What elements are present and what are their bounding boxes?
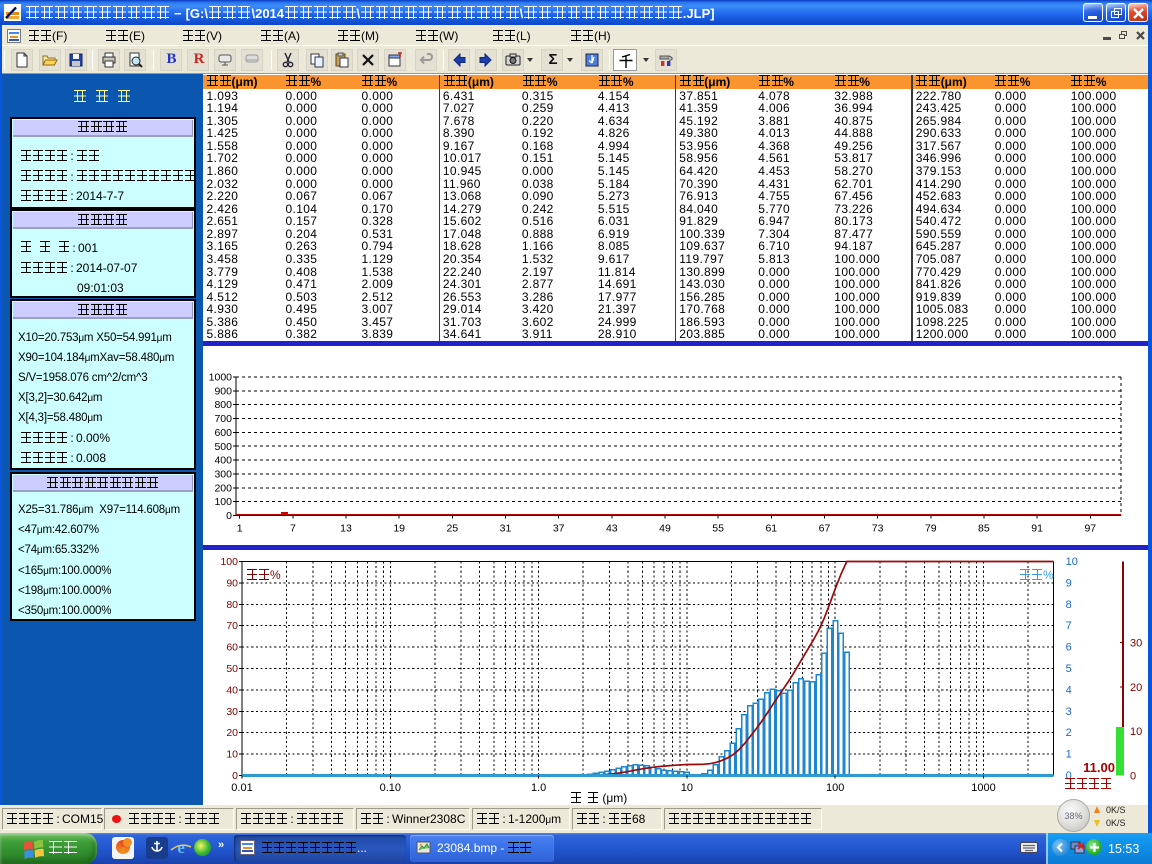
- svg-text:1: 1: [237, 523, 243, 535]
- svg-text:37: 37: [553, 523, 565, 535]
- svg-text:400: 400: [214, 455, 232, 467]
- svg-text:43: 43: [606, 523, 618, 535]
- svg-text:100: 100: [826, 782, 844, 794]
- svg-text:5: 5: [1066, 663, 1072, 675]
- svg-text:100: 100: [214, 496, 232, 508]
- svg-text:30: 30: [1130, 638, 1142, 650]
- svg-text:70: 70: [226, 620, 238, 632]
- svg-text:8: 8: [1066, 599, 1072, 611]
- svg-text:61: 61: [765, 523, 777, 535]
- svg-text:60: 60: [226, 642, 238, 654]
- svg-text:800: 800: [214, 399, 232, 411]
- svg-text:0: 0: [1130, 771, 1136, 783]
- svg-text:300: 300: [214, 468, 232, 480]
- svg-text:6: 6: [1066, 642, 1072, 654]
- svg-text:90: 90: [226, 577, 238, 589]
- svg-text:50: 50: [226, 663, 238, 675]
- svg-text:7: 7: [290, 523, 296, 535]
- svg-text:1000: 1000: [209, 372, 233, 384]
- svg-text:2: 2: [1066, 727, 1072, 739]
- svg-text:55: 55: [712, 523, 724, 535]
- svg-text:0.10: 0.10: [380, 782, 401, 794]
- svg-text:10: 10: [681, 782, 693, 794]
- svg-text:85: 85: [978, 523, 990, 535]
- svg-text:91: 91: [1031, 523, 1043, 535]
- svg-text:1000: 1000: [971, 782, 995, 794]
- svg-text:40: 40: [226, 684, 238, 696]
- svg-text:67: 67: [819, 523, 831, 535]
- svg-text:79: 79: [925, 523, 937, 535]
- svg-text:0.01: 0.01: [231, 782, 252, 794]
- svg-text:500: 500: [214, 441, 232, 453]
- svg-text:31: 31: [500, 523, 512, 535]
- svg-text:1: 1: [1066, 749, 1072, 761]
- svg-text:20: 20: [1130, 682, 1142, 694]
- svg-text:49: 49: [659, 523, 671, 535]
- svg-text:13: 13: [340, 523, 352, 535]
- svg-text:10: 10: [1130, 726, 1142, 738]
- svg-text:10: 10: [1066, 556, 1078, 568]
- svg-text:30: 30: [226, 706, 238, 718]
- svg-text:11.00: 11.00: [1083, 760, 1115, 775]
- svg-text:0: 0: [232, 770, 238, 782]
- svg-text:0: 0: [226, 510, 232, 522]
- svg-text:7: 7: [1066, 620, 1072, 632]
- svg-text:600: 600: [214, 427, 232, 439]
- svg-text:900: 900: [214, 385, 232, 397]
- svg-text:19: 19: [393, 523, 405, 535]
- svg-text:3: 3: [1066, 706, 1072, 718]
- svg-text:73: 73: [872, 523, 884, 535]
- svg-text:700: 700: [214, 413, 232, 425]
- svg-text:20: 20: [226, 727, 238, 739]
- svg-text:9: 9: [1066, 577, 1072, 589]
- svg-text:100: 100: [220, 556, 238, 568]
- svg-text:4: 4: [1066, 684, 1072, 696]
- svg-text:1.0: 1.0: [531, 782, 546, 794]
- svg-text:10: 10: [226, 749, 238, 761]
- svg-text:25: 25: [446, 523, 458, 535]
- svg-text:97: 97: [1084, 523, 1096, 535]
- svg-text:200: 200: [214, 482, 232, 494]
- svg-text:80: 80: [226, 599, 238, 611]
